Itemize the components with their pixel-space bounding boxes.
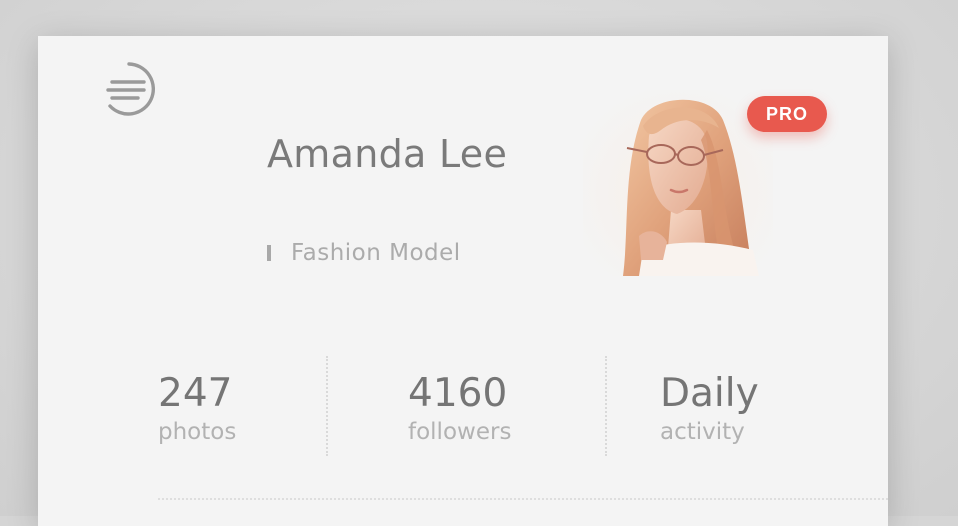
stat-photos[interactable]: 247 photos bbox=[158, 370, 236, 446]
stat-label: activity bbox=[660, 419, 745, 445]
profile-role: Fashion Model bbox=[291, 240, 461, 266]
stat-activity[interactable]: Daily activity bbox=[660, 370, 759, 446]
role-accent-bar bbox=[267, 245, 271, 261]
menu-lines-icon bbox=[106, 62, 155, 116]
menu-button[interactable] bbox=[100, 60, 158, 118]
stat-label: photos bbox=[158, 419, 237, 445]
stat-followers[interactable]: 4160 followers bbox=[408, 370, 511, 446]
profile-card: Amanda Lee Fashion Model PRO 247 photos … bbox=[38, 36, 888, 526]
stat-divider-2 bbox=[605, 356, 607, 456]
stat-label: followers bbox=[408, 419, 512, 445]
pro-badge: PRO bbox=[747, 96, 827, 132]
stat-value: Daily bbox=[660, 371, 759, 416]
section-divider bbox=[158, 498, 888, 500]
stat-divider-1 bbox=[326, 356, 328, 456]
profile-name: Amanda Lee bbox=[267, 132, 508, 176]
profile-avatar[interactable] bbox=[583, 90, 773, 276]
stat-value: 247 bbox=[158, 371, 233, 416]
stat-value: 4160 bbox=[408, 371, 508, 416]
profile-role-row: Fashion Model bbox=[267, 236, 461, 270]
